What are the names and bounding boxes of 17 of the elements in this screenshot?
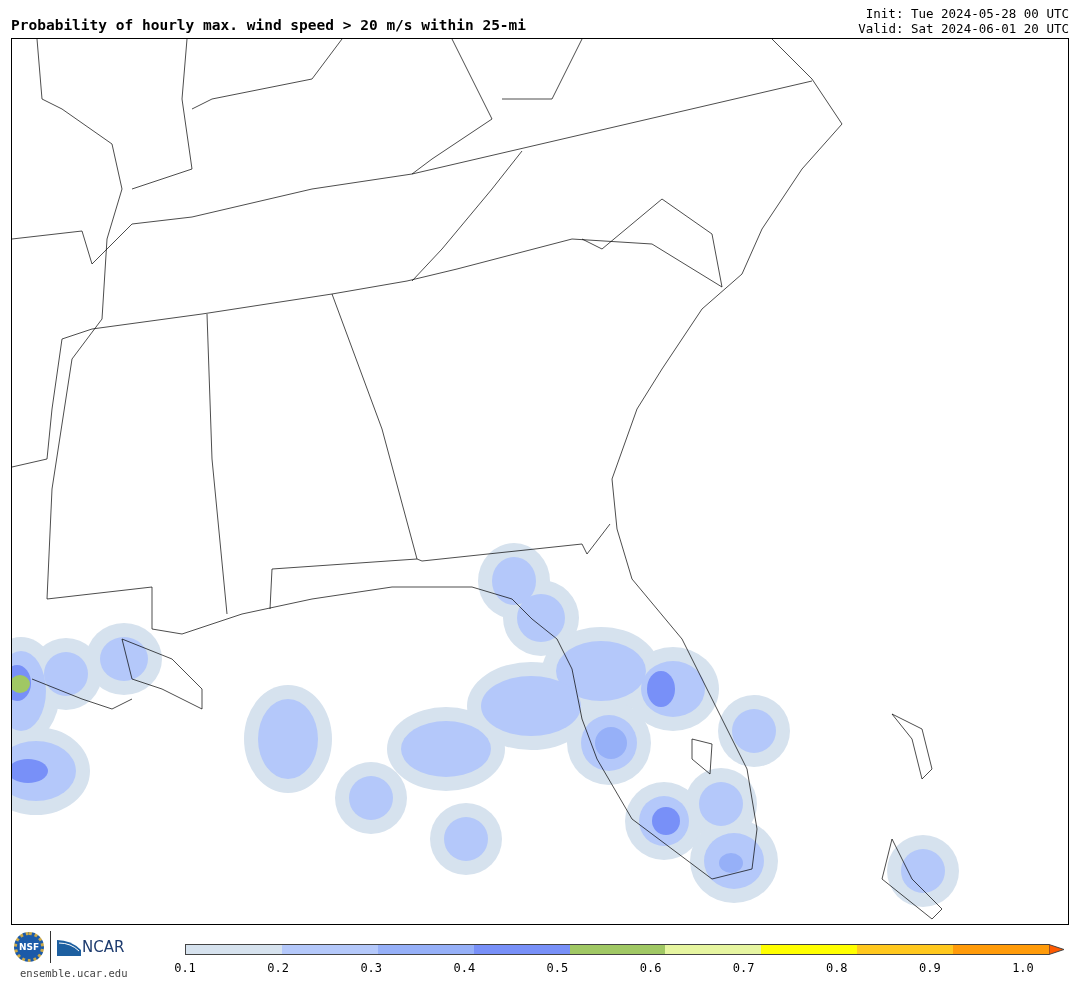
colorbar-tick-label: 0.9 [918,961,942,975]
colorbar-tick-label: 0.4 [452,961,477,975]
colorbar-tick-label: 0.1 [173,961,197,975]
colorbar-tick-label: 0.7 [731,961,756,975]
nsf-logo: NSF [14,932,44,962]
colorbar-tick-label: 0.8 [824,961,849,975]
ncar-logo-icon [57,938,81,956]
colorbar-tick-label: 0.5 [545,961,570,975]
init-time: Init: Tue 2024-05-28 00 UTC [865,6,1069,21]
ncar-logo-text: NCAR [82,938,125,956]
website-url: ensemble.ucar.edu [20,967,128,979]
colorbar-tick-label: 0.6 [638,961,663,975]
colorbar-tick-label: 1.0 [1011,961,1035,975]
map-title: Probability of hourly max. wind speed > 20 m/s within 25-mi [11,17,527,35]
colorbar-tick-label: 0.2 [266,961,290,975]
valid-time: Valid: Sat 2024-06-01 20 UTC [858,21,1069,36]
colorbar-tick-label: 0.3 [359,961,384,975]
